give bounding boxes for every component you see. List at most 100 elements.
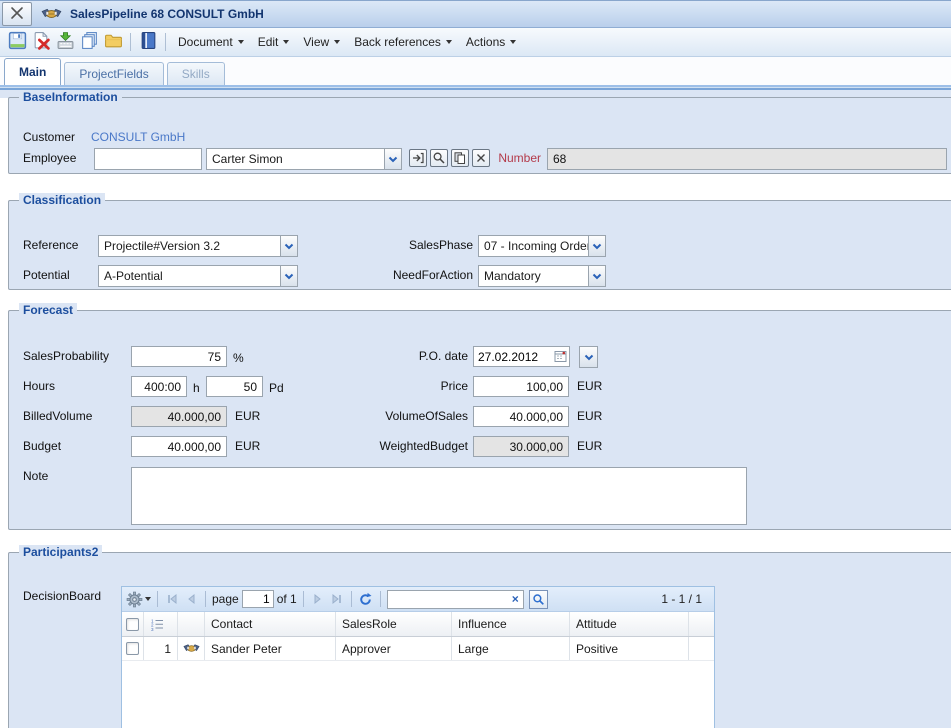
caret-down-icon: [238, 40, 244, 44]
chevron-down-icon: [280, 236, 297, 256]
persondays-unit: Pd: [269, 381, 284, 395]
column-header-attitude[interactable]: Attitude: [570, 612, 689, 636]
hours-field[interactable]: [131, 376, 187, 397]
needforaction-select[interactable]: Mandatory: [478, 265, 606, 287]
close-window-button[interactable]: [2, 2, 32, 26]
chevron-down-icon: [588, 266, 605, 286]
table-row[interactable]: 1 Sander Peter Approver Large: [122, 637, 714, 661]
price-field[interactable]: [473, 376, 569, 397]
delete-button[interactable]: [29, 30, 53, 54]
salesphase-select[interactable]: 07 - Incoming Order: [478, 235, 606, 257]
column-header-contact[interactable]: Contact: [205, 612, 336, 636]
cell-attitude: Positive: [570, 637, 689, 660]
persondays-field[interactable]: [206, 376, 263, 397]
grid-search-button[interactable]: [529, 590, 548, 609]
salesprobability-field[interactable]: [131, 346, 227, 367]
goto-record-button[interactable]: [409, 149, 427, 167]
chevron-down-icon: [588, 236, 605, 256]
potential-label: Potential: [23, 268, 70, 282]
row-number: 1: [144, 637, 178, 660]
grid-toolbar: page of 1: [122, 587, 714, 612]
potential-select[interactable]: A-Potential: [98, 265, 298, 287]
podate-field[interactable]: [473, 346, 570, 367]
weightedbudget-label: WeightedBudget: [289, 439, 468, 453]
handshake-icon: [41, 6, 62, 22]
menu-document[interactable]: Document: [171, 31, 251, 53]
podate-label: P.O. date: [289, 349, 468, 363]
note-textarea[interactable]: [131, 467, 747, 525]
rownumber-header[interactable]: 1 2 3: [144, 612, 178, 636]
budget-label: Budget: [23, 439, 61, 453]
grid-search-input[interactable]: [388, 592, 508, 606]
calendar-icon[interactable]: [554, 350, 567, 363]
tab-skills[interactable]: Skills: [167, 62, 225, 85]
menu-actions[interactable]: Actions: [459, 31, 523, 53]
select-all-checkbox[interactable]: [126, 618, 139, 631]
tab-main[interactable]: Main: [4, 58, 61, 85]
chevron-down-icon: [280, 266, 297, 286]
clear-search-icon[interactable]: ×: [508, 592, 523, 606]
first-page-button[interactable]: [164, 590, 180, 608]
catalog-button[interactable]: [136, 30, 160, 54]
cell-influence: Large: [452, 637, 570, 660]
save-button[interactable]: [5, 30, 29, 54]
section-legend: BaseInformation: [19, 90, 122, 104]
number-field[interactable]: [547, 148, 947, 170]
grid-empty-area: [122, 661, 714, 728]
reference-select[interactable]: Projectile#Version 3.2: [98, 235, 298, 257]
podate-input[interactable]: [474, 350, 554, 364]
customer-label: Customer: [23, 130, 75, 144]
price-unit: EUR: [577, 379, 602, 393]
caret-down-icon: [145, 597, 151, 601]
grid-settings-button[interactable]: [126, 591, 151, 608]
import-icon: [56, 31, 75, 53]
row-checkbox[interactable]: [126, 642, 139, 655]
menu-back-references[interactable]: Back references: [347, 31, 459, 53]
budget-field[interactable]: [131, 436, 227, 457]
page-number-input[interactable]: [242, 590, 274, 608]
decisionboard-label: DecisionBoard: [23, 589, 101, 603]
podate-dropdown-button[interactable]: [579, 346, 598, 368]
prev-page-button[interactable]: [183, 590, 199, 608]
caret-down-icon: [283, 40, 289, 44]
grid-header-row: 1 2 3 Contact SalesRole Influence Attitu…: [122, 612, 714, 637]
section-legend: Forecast: [19, 303, 77, 317]
folder-button[interactable]: [101, 30, 125, 54]
employee-label: Employee: [23, 151, 76, 165]
customer-link[interactable]: CONSULT GmbH: [91, 130, 185, 144]
last-page-icon: [331, 593, 343, 605]
next-page-button[interactable]: [310, 590, 326, 608]
cell-contact[interactable]: Sander Peter: [205, 637, 336, 660]
search-employee-button[interactable]: [430, 149, 448, 167]
hours-unit: h: [193, 381, 200, 395]
caret-down-icon: [510, 40, 516, 44]
billedvolume-unit: EUR: [235, 409, 260, 423]
refresh-button[interactable]: [358, 590, 374, 608]
billedvolume-field[interactable]: [131, 406, 227, 427]
volumeofsales-label: VolumeOfSales: [289, 409, 468, 423]
volumeofsales-field[interactable]: [473, 406, 569, 427]
last-page-button[interactable]: [329, 590, 345, 608]
column-header-influence[interactable]: Influence: [452, 612, 570, 636]
copy-button[interactable]: [77, 30, 101, 54]
tab-projectfields[interactable]: ProjectFields: [64, 62, 163, 85]
weightedbudget-field[interactable]: [473, 436, 569, 457]
column-header-salesrole[interactable]: SalesRole: [336, 612, 452, 636]
employee-filter-input[interactable]: [94, 148, 202, 170]
window-title: SalesPipeline 68 CONSULT GmbH: [70, 7, 264, 21]
numbered-list-icon: 1 2 3: [150, 618, 164, 631]
note-label: Note: [23, 469, 48, 483]
record-count: 1 - 1 / 1: [661, 592, 702, 606]
salesprobability-label: SalesProbability: [23, 349, 109, 363]
menu-edit[interactable]: Edit: [251, 31, 297, 53]
salesphase-label: SalesPhase: [299, 238, 473, 252]
search-icon: [432, 151, 446, 165]
window-titlebar: SalesPipeline 68 CONSULT GmbH: [0, 0, 951, 28]
page-of-label: of 1: [277, 592, 297, 606]
svg-text:3: 3: [151, 626, 154, 630]
employee-select[interactable]: Carter Simon: [206, 148, 402, 170]
main-toolbar: Document Edit View Back references Actio…: [0, 28, 951, 57]
tab-bar: Main ProjectFields Skills: [0, 57, 951, 85]
import-button[interactable]: [53, 30, 77, 54]
menu-view[interactable]: View: [296, 31, 347, 53]
